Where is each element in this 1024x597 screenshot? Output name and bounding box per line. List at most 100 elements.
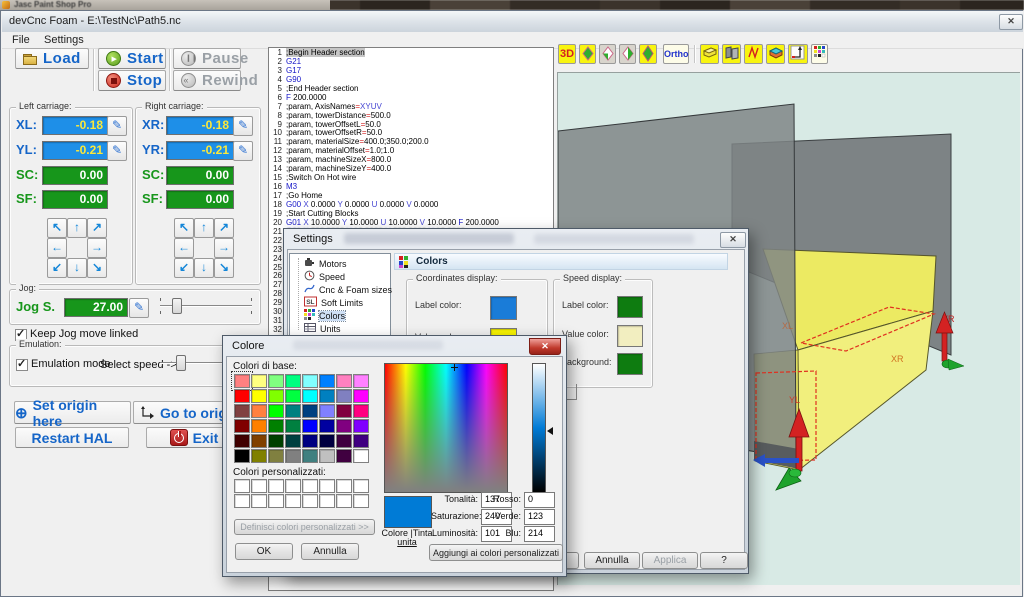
gcode-line[interactable]: 14;param, machineSizeY=400.0 — [269, 164, 553, 173]
basic-color-swatch[interactable] — [285, 374, 301, 388]
basic-color-swatch[interactable] — [319, 404, 335, 418]
gcode-line[interactable]: 12;param, materialOffset=1.0;1.0 — [269, 146, 553, 155]
start-button[interactable]: ▶ Start — [98, 48, 166, 69]
origin-view-button[interactable] — [788, 44, 808, 64]
custom-color-swatch[interactable] — [319, 479, 335, 493]
apply-button[interactable]: Applica — [642, 552, 698, 569]
gcode-line[interactable]: 9;param, towerOffsetL=50.0 — [269, 120, 553, 129]
jog-arrow-button[interactable]: ↑ — [67, 218, 87, 238]
slider-thumb[interactable] — [172, 298, 182, 314]
jog-speed-slider[interactable] — [158, 298, 254, 314]
menu-settings[interactable]: Settings — [44, 34, 84, 46]
gcode-line[interactable]: 16M3 — [269, 182, 553, 191]
gcode-line[interactable]: 13;param, machineSizeX=800.0 — [269, 155, 553, 164]
basic-color-swatch[interactable] — [285, 404, 301, 418]
gcode-line[interactable]: 15;Switch On Hot wire — [269, 173, 553, 182]
basic-color-swatch[interactable] — [234, 374, 250, 388]
custom-color-swatch[interactable] — [353, 479, 369, 493]
close-icon[interactable]: ✕ — [720, 232, 746, 248]
basic-color-swatch[interactable] — [251, 419, 267, 433]
custom-color-swatch[interactable] — [336, 479, 352, 493]
jog-arrow-button[interactable]: ↗ — [214, 218, 234, 238]
view-iso-button[interactable] — [579, 44, 596, 64]
basic-color-swatch[interactable] — [336, 434, 352, 448]
hue-saturation-field[interactable] — [384, 363, 508, 493]
color-swatch[interactable] — [617, 325, 643, 347]
basic-color-swatch[interactable] — [336, 449, 352, 463]
help-button[interactable]: ? — [700, 552, 748, 569]
basic-color-swatch[interactable] — [353, 404, 369, 418]
jog-arrow-button[interactable]: → — [214, 238, 234, 258]
cancel-button[interactable]: Annulla — [301, 543, 359, 560]
basic-color-swatch[interactable] — [319, 449, 335, 463]
basic-color-swatch[interactable] — [302, 389, 318, 403]
gcode-line[interactable]: 6F 200.0000 — [269, 93, 553, 102]
custom-color-swatch[interactable] — [285, 479, 301, 493]
edit-pencil-button[interactable]: ✎ — [107, 116, 127, 136]
custom-color-swatch[interactable] — [353, 494, 369, 508]
gcode-line[interactable]: 1;Begin Header section — [269, 48, 553, 57]
restart-hal-button[interactable]: Restart HAL — [15, 427, 129, 448]
jog-arrow-button[interactable]: ↓ — [67, 258, 87, 278]
view-colors-button[interactable] — [811, 44, 828, 64]
jog-arrow-button[interactable]: ↓ — [194, 258, 214, 278]
jog-arrow-button[interactable]: → — [87, 238, 107, 258]
jog-arrow-button[interactable]: ↘ — [214, 258, 234, 278]
custom-color-swatch[interactable] — [268, 479, 284, 493]
jog-arrow-button[interactable]: ← — [47, 238, 67, 258]
basic-color-swatch[interactable] — [302, 434, 318, 448]
pause-button[interactable]: ❙❙ Pause — [173, 48, 241, 69]
custom-color-swatch[interactable] — [302, 479, 318, 493]
field-value[interactable]: 0 — [524, 492, 555, 508]
basic-color-swatch[interactable] — [285, 419, 301, 433]
basic-color-swatch[interactable] — [285, 389, 301, 403]
tree-item-speed[interactable]: Speed — [304, 270, 345, 283]
jog-arrow-button[interactable]: ↖ — [174, 218, 194, 238]
field-value[interactable]: 214 — [524, 526, 555, 542]
edit-pencil-button[interactable]: ✎ — [107, 141, 127, 161]
basic-color-swatch[interactable] — [268, 374, 284, 388]
tree-item-soft-limits[interactable]: SLSoft Limits — [304, 296, 363, 309]
basic-color-swatch[interactable] — [268, 434, 284, 448]
jog-arrow-button[interactable]: ↑ — [194, 218, 214, 238]
gcode-line[interactable]: 18G00 X 0.0000 Y 0.0000 U 0.0000 V 0.000… — [269, 200, 553, 209]
add-to-custom-button[interactable]: Aggiungi ai colori personalizzati — [429, 544, 563, 561]
close-icon[interactable]: ✕ — [999, 14, 1023, 30]
basic-color-swatch[interactable] — [251, 374, 267, 388]
basic-color-swatch[interactable] — [285, 434, 301, 448]
custom-color-swatch[interactable] — [251, 479, 267, 493]
custom-color-swatch[interactable] — [234, 479, 250, 493]
gcode-line[interactable]: 8;param, towerDistance=500.0 — [269, 111, 553, 120]
ortho-button[interactable]: Ortho — [663, 44, 689, 64]
show-foam-button[interactable] — [700, 44, 719, 64]
jog-arrow-button[interactable]: ↙ — [47, 258, 67, 278]
set-origin-button[interactable]: ⊕ Set origin here — [14, 401, 131, 424]
edit-pencil-button[interactable]: ✎ — [233, 141, 253, 161]
basic-color-swatch[interactable] — [234, 404, 250, 418]
view-left-button[interactable] — [599, 44, 616, 64]
basic-color-swatch[interactable] — [353, 389, 369, 403]
basic-color-swatch[interactable] — [302, 404, 318, 418]
jog-arrow-button[interactable]: ↘ — [87, 258, 107, 278]
basic-color-swatch[interactable] — [353, 374, 369, 388]
gcode-line[interactable]: 7;param, AxisNames=XYUV — [269, 102, 553, 111]
custom-color-swatch[interactable] — [319, 494, 335, 508]
custom-color-swatch[interactable] — [285, 494, 301, 508]
basic-color-swatch[interactable] — [336, 389, 352, 403]
jog-arrow-button[interactable]: ↖ — [47, 218, 67, 238]
gcode-line[interactable]: 10;param, towerOffsetR=50.0 — [269, 128, 553, 137]
stop-button[interactable]: Stop — [98, 70, 166, 91]
basic-color-swatch[interactable] — [268, 449, 284, 463]
jog-arrow-button[interactable]: ← — [174, 238, 194, 258]
basic-color-swatch[interactable] — [302, 419, 318, 433]
basic-color-swatch[interactable] — [268, 389, 284, 403]
color-swatch[interactable] — [617, 353, 643, 375]
gcode-line[interactable]: 3G17 — [269, 66, 553, 75]
custom-color-swatch[interactable] — [234, 494, 250, 508]
basic-color-swatch[interactable] — [336, 404, 352, 418]
basic-color-swatch[interactable] — [319, 434, 335, 448]
basic-color-swatch[interactable] — [251, 404, 267, 418]
tree-item-units[interactable]: Units — [304, 322, 341, 335]
rewind-button[interactable]: « Rewind — [173, 70, 241, 91]
view-right-button[interactable] — [619, 44, 636, 64]
